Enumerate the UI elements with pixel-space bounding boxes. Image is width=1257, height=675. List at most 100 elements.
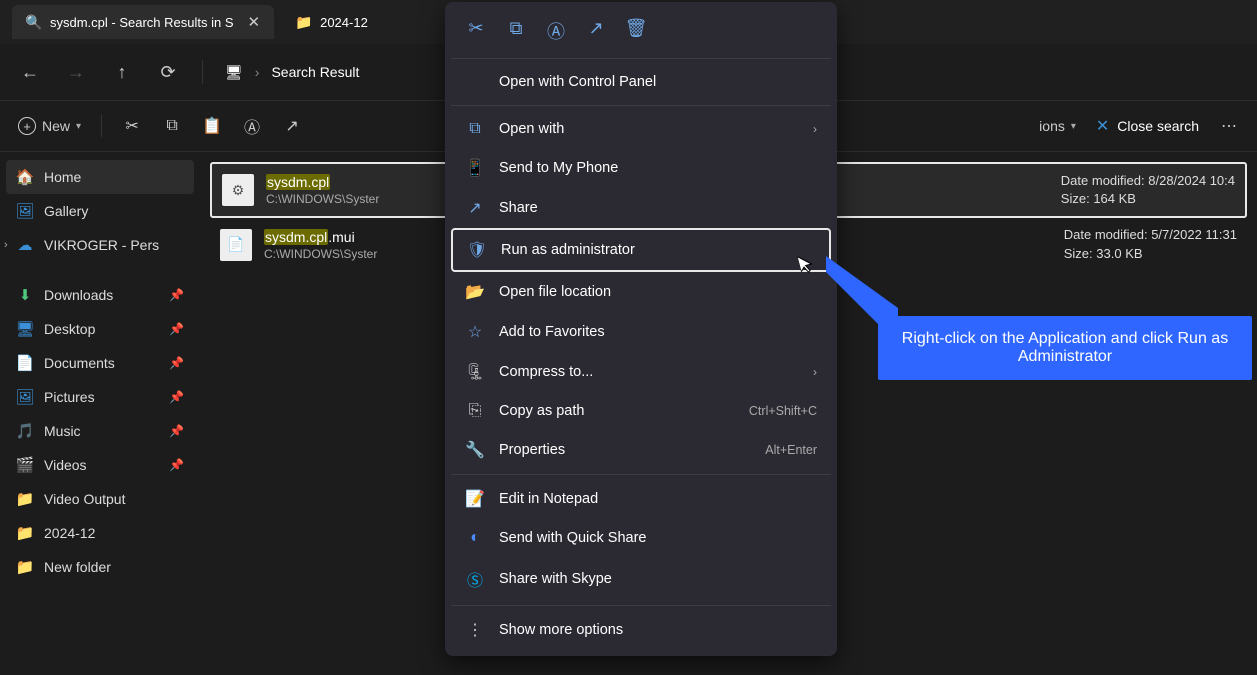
file-name-highlight: sysdm.cpl — [266, 174, 330, 190]
chevron-right-icon: › — [813, 122, 817, 136]
close-search-button[interactable]: ✕ Close search — [1096, 116, 1199, 136]
pin-icon: 📌 — [169, 288, 184, 302]
close-search-label: Close search — [1117, 118, 1199, 134]
divider — [451, 58, 831, 59]
chevron-down-icon: ▾ — [1071, 121, 1076, 132]
size-value: 33.0 KB — [1096, 246, 1142, 261]
context-item-copy-path[interactable]: ⎘ Copy as path Ctrl+Shift+C — [451, 392, 831, 430]
context-item-send-to-phone[interactable]: 📱 Send to My Phone — [451, 148, 831, 188]
pin-icon: 📌 — [169, 322, 184, 336]
chevron-right-icon[interactable]: › — [4, 239, 8, 251]
pin-icon: 📌 — [169, 356, 184, 370]
tab-search-results[interactable]: 🔍 sysdm.cpl - Search Results in S ✕ — [12, 5, 274, 39]
new-button[interactable]: + New ▾ — [18, 117, 81, 135]
pin-icon: 📌 — [169, 390, 184, 404]
context-item-skype[interactable]: Ⓢ Share with Skype — [451, 557, 831, 601]
sidebar-item-pictures[interactable]: 🖼 Pictures 📌 — [6, 380, 194, 414]
sidebar-item-videos[interactable]: 🎬 Videos 📌 — [6, 448, 194, 482]
file-name-highlight: sysdm.cpl — [264, 229, 328, 245]
refresh-button[interactable]: ⟳ — [156, 60, 180, 84]
download-icon: ⬇ — [16, 286, 34, 304]
gallery-icon: 🖼 — [16, 202, 34, 220]
context-item-properties[interactable]: 🔧 Properties Alt+Enter — [451, 430, 831, 470]
sidebar-item-label: Videos — [44, 457, 87, 473]
sidebar-item-2024-12[interactable]: 📁 2024-12 — [6, 516, 194, 550]
sidebar-item-label: Gallery — [44, 203, 88, 219]
sidebar-item-label: 2024-12 — [44, 525, 95, 541]
sidebar-item-video-output[interactable]: 📁 Video Output — [6, 482, 194, 516]
context-item-run-as-admin[interactable]: 🛡 Run as administrator — [451, 228, 831, 272]
quickshare-icon: ◐ — [465, 529, 485, 547]
search-icon: 🔍 — [26, 14, 42, 30]
folder-open-icon: 📂 — [465, 282, 485, 302]
context-item-label: Edit in Notepad — [499, 491, 598, 507]
context-item-edit-notepad[interactable]: 📝 Edit in Notepad — [451, 479, 831, 519]
file-name-rest: .mui — [328, 229, 354, 245]
delete-icon[interactable]: 🗑 — [625, 18, 647, 44]
share-icon[interactable]: ↗ — [585, 18, 607, 44]
pin-icon: 📌 — [169, 458, 184, 472]
annotation-callout: Right-click on the Application and click… — [878, 316, 1252, 380]
context-item-label: Open with — [499, 121, 564, 137]
copy-icon[interactable]: ⧉ — [162, 116, 182, 136]
context-item-label: Open with Control Panel — [499, 74, 656, 90]
sidebar-item-label: Home — [44, 169, 81, 185]
address-bar[interactable]: 🖥 › Search Result — [225, 64, 359, 81]
archive-icon: 🗜 — [465, 362, 485, 382]
cut-icon[interactable]: ✂ — [465, 18, 487, 44]
context-item-quick-share[interactable]: ◐ Send with Quick Share — [451, 519, 831, 557]
context-item-compress[interactable]: 🗜 Compress to... › — [451, 352, 831, 392]
forward-button[interactable]: → — [64, 60, 88, 84]
rename-icon[interactable]: Ⓐ — [242, 116, 262, 136]
pin-icon: 📌 — [169, 424, 184, 438]
sidebar-item-documents[interactable]: 📄 Documents 📌 — [6, 346, 194, 380]
search-options-button[interactable]: ions ▾ — [1039, 118, 1076, 134]
copy-icon[interactable]: ⧉ — [505, 18, 527, 44]
close-icon: ✕ — [1096, 116, 1109, 136]
tab-title: sysdm.cpl - Search Results in S — [50, 15, 234, 30]
sidebar-item-label: New folder — [44, 559, 111, 575]
context-item-add-favorites[interactable]: ☆ Add to Favorites — [451, 312, 831, 352]
music-icon: 🎵 — [16, 422, 34, 440]
back-button[interactable]: ← — [18, 60, 42, 84]
close-tab-icon[interactable]: ✕ — [248, 13, 261, 31]
size-label: Size: — [1061, 191, 1090, 206]
file-info: sysdm.cpl.mui C:\WINDOWS\Syster — [264, 229, 377, 261]
sidebar-item-onedrive[interactable]: › ☁ VIKROGER - Pers — [6, 228, 194, 262]
cut-icon[interactable]: ✂ — [122, 116, 142, 136]
sidebar-item-music[interactable]: 🎵 Music 📌 — [6, 414, 194, 448]
context-item-open-file-location[interactable]: 📂 Open file location — [451, 272, 831, 312]
up-button[interactable]: ↑ — [110, 60, 134, 84]
folder-icon: 📁 — [16, 524, 34, 542]
context-item-open-with[interactable]: ⧉ Open with › — [451, 110, 831, 148]
paste-icon[interactable]: 📋 — [202, 116, 222, 136]
openwith-icon: ⧉ — [465, 120, 485, 138]
file-name: sysdm.cpl.mui — [264, 229, 377, 245]
share-toolbar-icon[interactable]: ↗ — [282, 116, 302, 136]
chevron-right-icon: › — [813, 365, 817, 379]
file-path: C:\WINDOWS\Syster — [266, 192, 379, 206]
sidebar: 🏠 Home 🖼 Gallery › ☁ VIKROGER - Pers ⬇ D… — [0, 152, 200, 675]
sidebar-item-downloads[interactable]: ⬇ Downloads 📌 — [6, 278, 194, 312]
address-label: Search Result — [271, 64, 359, 80]
skype-icon: Ⓢ — [465, 567, 485, 591]
rename-icon[interactable]: Ⓐ — [545, 18, 567, 44]
context-item-label: Share — [499, 200, 538, 216]
tab-folder[interactable]: 📁 2024-12 — [282, 6, 382, 38]
folder-icon: 📁 — [296, 14, 312, 30]
context-item-open-control-panel[interactable]: · Open with Control Panel — [451, 63, 831, 101]
more-icon[interactable]: ⋯ — [1219, 116, 1239, 136]
sidebar-item-gallery[interactable]: 🖼 Gallery — [6, 194, 194, 228]
context-item-share[interactable]: ↗ Share — [451, 188, 831, 228]
sidebar-item-home[interactable]: 🏠 Home — [6, 160, 194, 194]
context-item-more-options[interactable]: ⋮ Show more options — [451, 610, 831, 650]
sidebar-item-new-folder[interactable]: 📁 New folder — [6, 550, 194, 584]
cpl-file-icon: ⚙ — [222, 174, 254, 206]
file-path: C:\WINDOWS\Syster — [264, 247, 377, 261]
videos-icon: 🎬 — [16, 456, 34, 474]
file-name: sysdm.cpl — [266, 174, 379, 190]
sidebar-item-desktop[interactable]: 🖥 Desktop 📌 — [6, 312, 194, 346]
divider — [101, 115, 102, 137]
context-menu-quick-actions: ✂ ⧉ Ⓐ ↗ 🗑 — [451, 8, 831, 54]
chevron-down-icon: ▾ — [76, 121, 81, 132]
